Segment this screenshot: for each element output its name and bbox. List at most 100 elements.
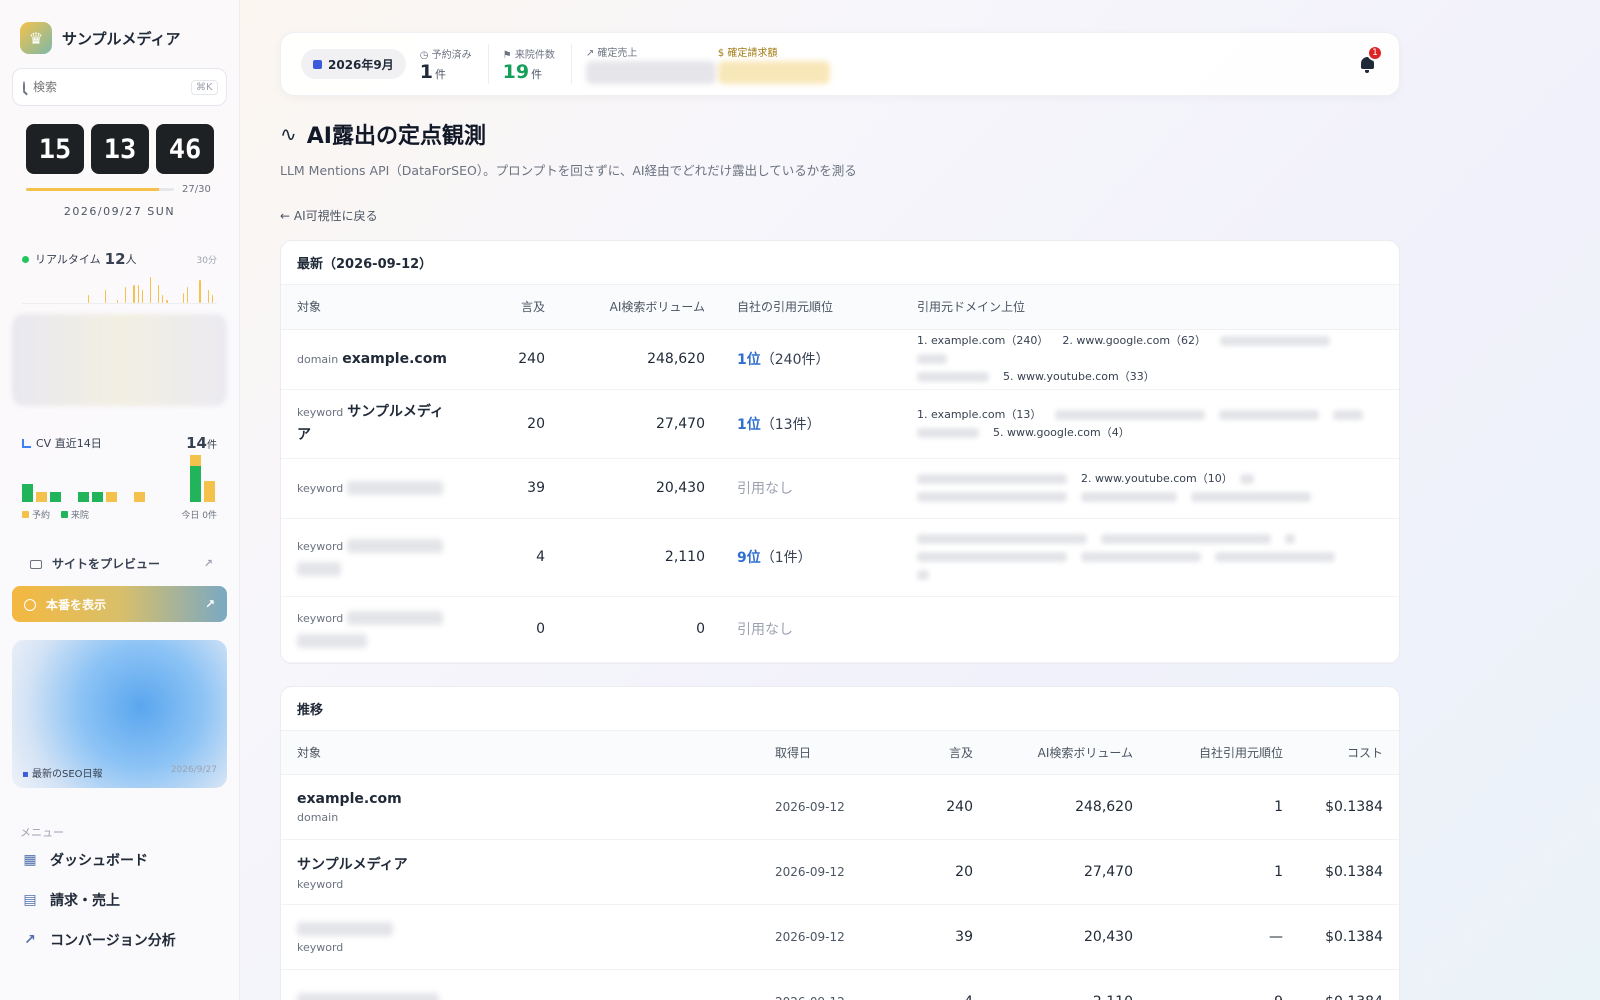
- trend-card: 推移 対象 取得日 言及 AI検索ボリューム 自社引用元順位 コスト examp…: [280, 685, 1400, 1000]
- realtime-widget: リアルタイム 12 人 30分: [12, 250, 227, 304]
- back-link[interactable]: ← AI可視性に戻る: [280, 207, 378, 224]
- col-volume: AI検索ボリューム: [989, 730, 1149, 775]
- legend-reserve: 予約: [32, 511, 51, 521]
- target-name: example.com: [297, 790, 402, 807]
- rank-count: （13件）: [760, 416, 821, 433]
- brand-name: サンプルメディア: [62, 29, 181, 48]
- mentions-cell: 20: [481, 389, 561, 459]
- flag-icon: ⚑: [502, 49, 512, 61]
- seo-report-label: 最新のSEO日報: [31, 769, 103, 780]
- domains-cell: 2. www.youtube.com（10）: [901, 458, 1399, 519]
- volume-cell: 27,470: [561, 389, 721, 459]
- cv-count: 14: [186, 434, 207, 452]
- stat-sales-value-redacted: [585, 61, 716, 84]
- rank-value: 1位: [737, 416, 761, 433]
- cv-day-bar: [36, 491, 47, 502]
- activity-icon: ∿: [280, 122, 297, 146]
- brand[interactable]: ♛ サンプルメディア: [12, 22, 227, 54]
- external-link-icon: ↗: [204, 597, 215, 611]
- search-input[interactable]: [33, 80, 183, 94]
- site-preview-link[interactable]: サイトをプレビュー ↗: [12, 555, 227, 572]
- realtime-bar: [211, 295, 213, 303]
- volume-cell: 20,430: [989, 904, 1149, 970]
- view-production-button[interactable]: 本番を表示 ↗: [12, 586, 227, 622]
- target-name: example.com: [342, 351, 447, 367]
- col-rank: 自社引用元順位: [1149, 730, 1299, 775]
- cv-label: CV 直近14日: [36, 437, 102, 450]
- realtime-bar: [133, 284, 135, 303]
- table-row: keyword サンプルメディア 20 27,470 1位（13件） 1. exa…: [281, 389, 1399, 459]
- site-preview-label: サイトをプレビュー: [52, 557, 161, 571]
- domains-cell: 1. example.com（240） 2. www.google.com（62…: [901, 329, 1399, 390]
- date-cell: 2026-09-12: [759, 904, 909, 970]
- realtime-bar: [125, 287, 127, 303]
- rank-none: 引用なし: [737, 622, 793, 638]
- realtime-bar: [149, 277, 151, 303]
- month-selector[interactable]: 2026年9月: [301, 49, 406, 79]
- trend-table: 対象 取得日 言及 AI検索ボリューム 自社引用元順位 コスト example.…: [281, 730, 1399, 1000]
- menu-item-billing[interactable]: ▤ 請求・売上: [12, 880, 227, 920]
- latest-card: 最新（2026-09-12） 対象 言及 AI検索ボリューム 自社の引用元順位 …: [280, 240, 1400, 664]
- cv-reserve-segment: [190, 455, 201, 466]
- cv-today: 今日 0件: [181, 511, 217, 521]
- realtime-bar: [166, 300, 168, 303]
- cv-visit-segment: [78, 491, 89, 502]
- legend-visit-swatch: [60, 511, 68, 518]
- target-type: keyword: [297, 877, 344, 891]
- table-row: 2026-09-12 4 2,110 9 $0.1384: [281, 969, 1399, 1000]
- mentions-cell: 39: [481, 458, 561, 519]
- mentions-cell: 39: [909, 904, 989, 970]
- main-content: 2026年9月 ◷ 予約済み 1件 ⚑ 来院件数 19 件 ↗ 確定売上 $ 確定…: [280, 0, 1400, 1000]
- realtime-bar: [141, 290, 143, 303]
- search-box[interactable]: ⌘K: [12, 68, 227, 106]
- stat-reserved-value: 1: [419, 60, 433, 83]
- cost-cell: $0.1384: [1299, 904, 1399, 970]
- stat-reserved-label: 予約済み: [431, 49, 472, 61]
- col-rank: 自社の引用元順位: [721, 285, 901, 330]
- bar-chart-icon: [22, 438, 31, 448]
- cv-reserve-segment: [106, 491, 117, 502]
- mentions-cell: 240: [481, 329, 561, 390]
- realtime-bar: [182, 292, 184, 303]
- search-shortcut: ⌘K: [191, 79, 218, 95]
- stat-reserved-unit: 件: [434, 67, 446, 81]
- stat-visits-value: 19: [502, 60, 530, 83]
- col-mentions: 言及: [909, 730, 989, 775]
- page-subtitle: LLM Mentions API（DataForSEO）。プロンプトを回さずに、…: [280, 163, 857, 178]
- menu-item-label: ダッシュボード: [50, 853, 148, 869]
- menu-item-conversion[interactable]: ↗ コンバージョン分析: [12, 920, 227, 960]
- cost-cell: $0.1384: [1299, 969, 1399, 1000]
- target-name-redacted: [347, 610, 444, 625]
- col-target: 対象: [281, 730, 759, 775]
- col-mentions: 言及: [481, 285, 561, 330]
- rank-count: （240件）: [760, 352, 830, 368]
- search-icon: [23, 81, 25, 93]
- table-row: example.com domain 2026-09-12 240 248,620…: [281, 774, 1399, 840]
- rank-cell: 1: [1149, 774, 1299, 840]
- target-name: サンプルメディア: [297, 856, 408, 873]
- cost-cell: $0.1384: [1299, 774, 1399, 840]
- trend-icon: ↗: [585, 48, 595, 59]
- stat-visits: ⚑ 来院件数 19 件: [503, 44, 572, 84]
- blurred-widget: [12, 314, 227, 406]
- external-link-icon: ↗: [203, 557, 213, 570]
- stat-sales: ↗ 確定売上: [585, 44, 716, 84]
- mentions-cell: 20: [909, 839, 989, 905]
- trend-card-title: 推移: [281, 687, 1399, 731]
- month-progress: 27/30: [12, 184, 227, 195]
- cv-reserve-segment: [204, 481, 215, 502]
- menu-item-dashboard[interactable]: ▦ ダッシュボード: [12, 840, 227, 880]
- table-row: サンプルメディア keyword 2026-09-12 20 27,470 1 $…: [281, 839, 1399, 905]
- target-type: keyword: [297, 940, 344, 954]
- cv-day-bar: [190, 455, 201, 502]
- cv-day-bar: [78, 491, 89, 502]
- clock: 15 13 46: [12, 124, 227, 174]
- bell-icon[interactable]: 1: [1359, 45, 1383, 73]
- realtime-bar: [88, 295, 90, 303]
- cv-day-bar: [106, 491, 117, 502]
- domain-item: 5. www.google.com（4）: [993, 425, 1130, 439]
- stat-visits-label: 来院件数: [514, 49, 555, 61]
- realtime-count: 12: [104, 250, 126, 268]
- cv-reserve-segment: [134, 491, 145, 502]
- seo-report-card[interactable]: ▪ 最新のSEO日報 2026/9/27: [12, 640, 227, 788]
